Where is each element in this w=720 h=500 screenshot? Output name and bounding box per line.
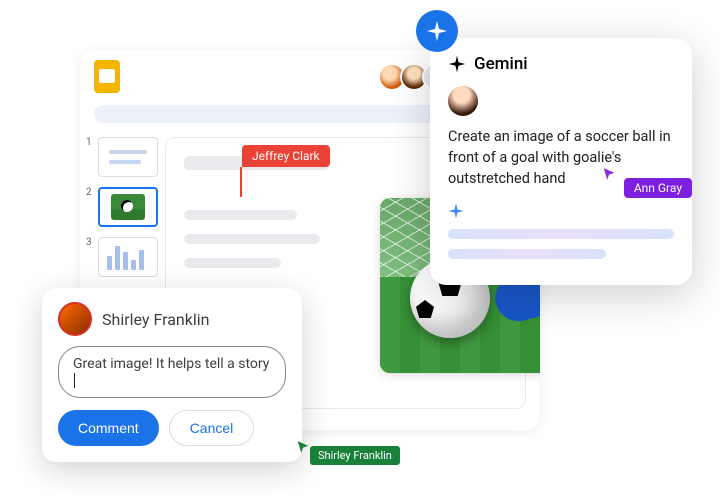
comment-author-avatar (58, 302, 92, 336)
gemini-badge-icon[interactable] (416, 10, 458, 52)
comment-compose-card: Shirley Franklin Great image! It helps t… (42, 288, 302, 462)
slide-preview[interactable] (98, 237, 158, 277)
gemini-loading-row (448, 203, 674, 219)
sparkle-icon (448, 203, 464, 219)
slide-thumbnail[interactable]: 3 (86, 237, 159, 277)
loading-shimmer (448, 249, 606, 259)
slide-preview-selected[interactable] (98, 187, 158, 227)
gemini-panel-header: Gemini (448, 54, 674, 74)
comment-text-value: Great image! It helps tell a story (73, 356, 269, 372)
text-caret (74, 373, 75, 388)
text-placeholder (184, 258, 281, 268)
comment-header: Shirley Franklin (58, 302, 286, 336)
comment-text-input[interactable]: Great image! It helps tell a story (58, 346, 286, 398)
collaborator-cursor-ann (602, 166, 616, 185)
loading-shimmer (448, 229, 674, 239)
collaborator-cursor-label-ann: Ann Gray (624, 178, 692, 198)
text-placeholder (184, 210, 297, 220)
collaborator-cursor-shirley: Shirley Franklin (296, 440, 400, 465)
sparkle-icon (448, 55, 466, 73)
comment-cancel-button[interactable]: Cancel (169, 410, 255, 446)
comment-author-name: Shirley Franklin (102, 310, 209, 329)
collaborator-cursor-label-shirley: Shirley Franklin (310, 446, 400, 465)
comment-submit-button[interactable]: Comment (58, 410, 159, 446)
slides-logo-icon (94, 60, 120, 93)
prompt-author-avatar (448, 86, 478, 116)
slide-number: 2 (86, 187, 94, 198)
collaborator-cursor-label-jeffrey: Jeffrey Clark (242, 145, 330, 167)
gemini-title: Gemini (474, 54, 528, 74)
slide-thumbnail[interactable]: 2 (86, 187, 159, 227)
slide-preview[interactable] (98, 137, 158, 177)
comment-buttons: Comment Cancel (58, 410, 286, 446)
slide-number: 3 (86, 237, 94, 248)
slide-thumbnail[interactable]: 1 (86, 137, 159, 177)
gemini-side-panel: Gemini Create an image of a soccer ball … (430, 38, 692, 285)
slide-number: 1 (86, 137, 94, 148)
text-placeholder (184, 234, 320, 244)
